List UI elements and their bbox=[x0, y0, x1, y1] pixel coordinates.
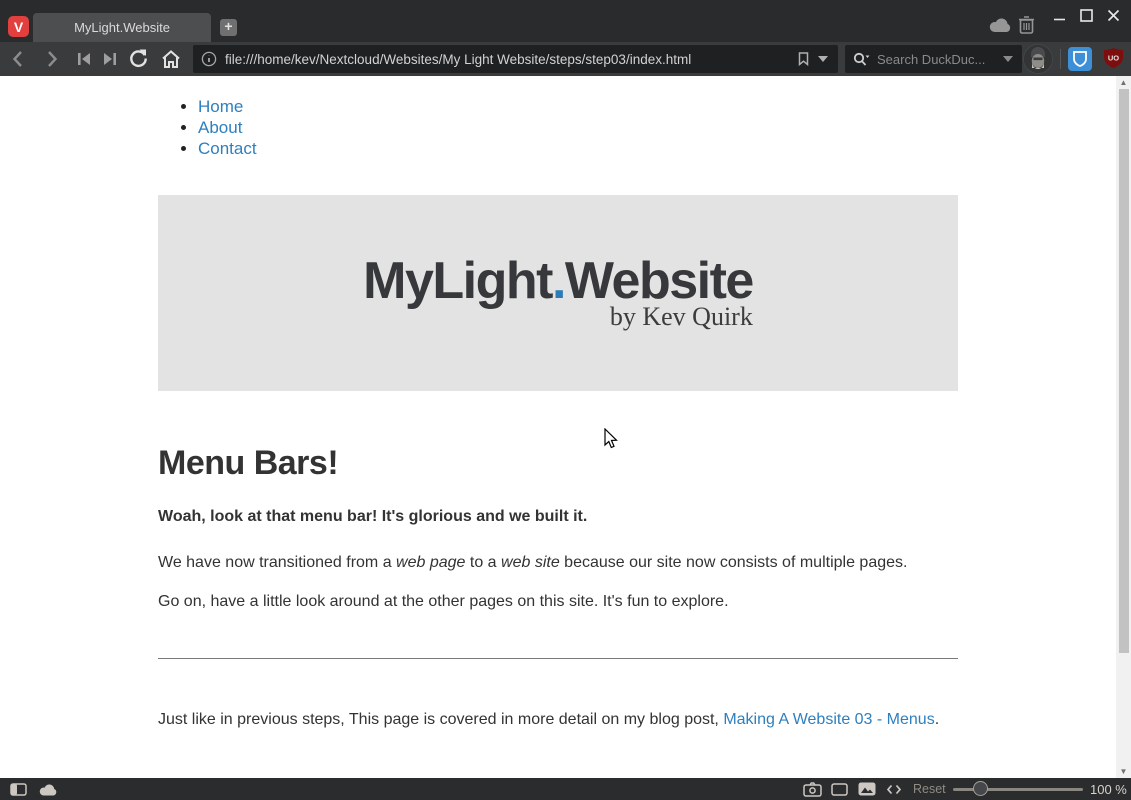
web-page-viewport: Home About Contact MyLight.Website by Ke… bbox=[0, 76, 1116, 778]
list-item: Home bbox=[198, 96, 958, 117]
footer-text: Just like in previous steps, This page i… bbox=[158, 711, 723, 728]
back-icon[interactable] bbox=[10, 49, 26, 69]
reload-icon[interactable] bbox=[128, 48, 149, 69]
close-button[interactable] bbox=[1107, 9, 1120, 27]
new-tab-button[interactable]: + bbox=[220, 19, 237, 36]
toolbar-separator bbox=[1060, 49, 1061, 69]
search-field[interactable]: Search DuckDuc... bbox=[845, 45, 1022, 73]
paragraph-transition: We have now transitioned from a web page… bbox=[158, 552, 958, 573]
page-images-icon[interactable] bbox=[858, 782, 876, 796]
mouse-cursor bbox=[604, 428, 619, 455]
search-engine-dropdown-icon[interactable] bbox=[1003, 56, 1013, 62]
vivaldi-menu-icon[interactable]: V bbox=[8, 16, 29, 37]
zoom-reset-button[interactable]: Reset bbox=[913, 782, 946, 796]
ublock-extension-icon[interactable]: UO bbox=[1102, 47, 1125, 70]
paragraph-text: We have now transitioned from a bbox=[158, 554, 396, 571]
footer-paragraph: Just like in previous steps, This page i… bbox=[158, 709, 958, 730]
address-toolbar: file:///home/kev/Nextcloud/Websites/My L… bbox=[0, 42, 1131, 76]
status-sync-cloud-icon[interactable] bbox=[39, 784, 57, 796]
paragraph-text: to a bbox=[465, 554, 501, 571]
site-banner-image: MyLight.Website by Kev Quirk bbox=[158, 195, 958, 391]
paragraph-text: because our site now consists of multipl… bbox=[560, 554, 908, 571]
site-info-icon[interactable] bbox=[201, 51, 217, 67]
sync-cloud-icon[interactable] bbox=[989, 18, 1011, 38]
bitwarden-extension-icon[interactable] bbox=[1068, 47, 1092, 71]
web-page-content: Home About Contact MyLight.Website by Ke… bbox=[158, 96, 958, 730]
zoom-slider-thumb[interactable] bbox=[973, 781, 988, 796]
italic-web-page: web page bbox=[396, 554, 465, 571]
url-dropdown-icon[interactable] bbox=[818, 56, 828, 62]
nav-link-about[interactable]: About bbox=[198, 118, 242, 137]
search-icon[interactable] bbox=[853, 52, 870, 67]
tiling-icon[interactable] bbox=[831, 783, 848, 796]
trash-icon[interactable] bbox=[1018, 15, 1035, 39]
italic-web-site: web site bbox=[501, 554, 560, 571]
logo-title-tail: Website bbox=[565, 252, 753, 310]
nav-link-home[interactable]: Home bbox=[198, 97, 243, 116]
page-actions-icon[interactable] bbox=[887, 784, 901, 795]
page-title: Menu Bars! bbox=[158, 445, 958, 481]
list-item: Contact bbox=[198, 138, 958, 159]
rewind-icon[interactable] bbox=[76, 52, 92, 66]
logo-title-dot: . bbox=[552, 252, 565, 310]
zoom-level-value[interactable]: 100 % bbox=[1090, 782, 1127, 797]
footer-text: . bbox=[935, 711, 939, 728]
tab-title: MyLight.Website bbox=[74, 20, 170, 35]
site-logo-title: MyLight.Website bbox=[363, 255, 753, 307]
home-icon[interactable] bbox=[160, 48, 182, 70]
url-bar[interactable]: file:///home/kev/Nextcloud/Websites/My L… bbox=[193, 45, 838, 73]
maximize-button[interactable] bbox=[1080, 9, 1093, 27]
nav-link-contact[interactable]: Contact bbox=[198, 139, 257, 158]
profile-avatar[interactable] bbox=[1023, 44, 1053, 74]
paragraph-explore: Go on, have a little look around at the … bbox=[158, 591, 958, 612]
bookmark-icon[interactable] bbox=[798, 52, 809, 66]
capture-page-icon[interactable] bbox=[803, 782, 822, 797]
footer-divider bbox=[158, 658, 958, 659]
scrollbar-thumb[interactable] bbox=[1119, 89, 1129, 653]
search-placeholder: Search DuckDuc... bbox=[877, 52, 1003, 67]
logo-title-main: MyLight bbox=[363, 252, 552, 310]
status-bar: Reset 100 % bbox=[0, 778, 1131, 800]
scroll-up-icon[interactable]: ▲ bbox=[1116, 76, 1131, 89]
page-scrollbar[interactable]: ▲ ▼ bbox=[1116, 76, 1131, 778]
scroll-down-icon[interactable]: ▼ bbox=[1116, 765, 1131, 778]
blog-post-link[interactable]: Making A Website 03 - Menus bbox=[723, 711, 934, 728]
site-nav-list: Home About Contact bbox=[158, 96, 958, 159]
vivaldi-browser-window: { "window": { "tab_title": "MyLight.Webs… bbox=[0, 0, 1131, 800]
site-logo: MyLight.Website by Kev Quirk bbox=[363, 255, 753, 332]
url-text[interactable]: file:///home/kev/Nextcloud/Websites/My L… bbox=[225, 52, 798, 67]
svg-text:UO: UO bbox=[1108, 54, 1119, 63]
tab-bar: V MyLight.Website + bbox=[0, 0, 1131, 42]
lead-paragraph: Woah, look at that menu bar! It's glorio… bbox=[158, 508, 958, 526]
fast-forward-icon[interactable] bbox=[102, 52, 118, 66]
list-item: About bbox=[198, 117, 958, 138]
minimize-button[interactable] bbox=[1053, 10, 1066, 28]
browser-tab[interactable]: MyLight.Website bbox=[33, 13, 211, 42]
forward-icon[interactable] bbox=[44, 49, 60, 69]
panel-toggle-icon[interactable] bbox=[10, 783, 27, 796]
